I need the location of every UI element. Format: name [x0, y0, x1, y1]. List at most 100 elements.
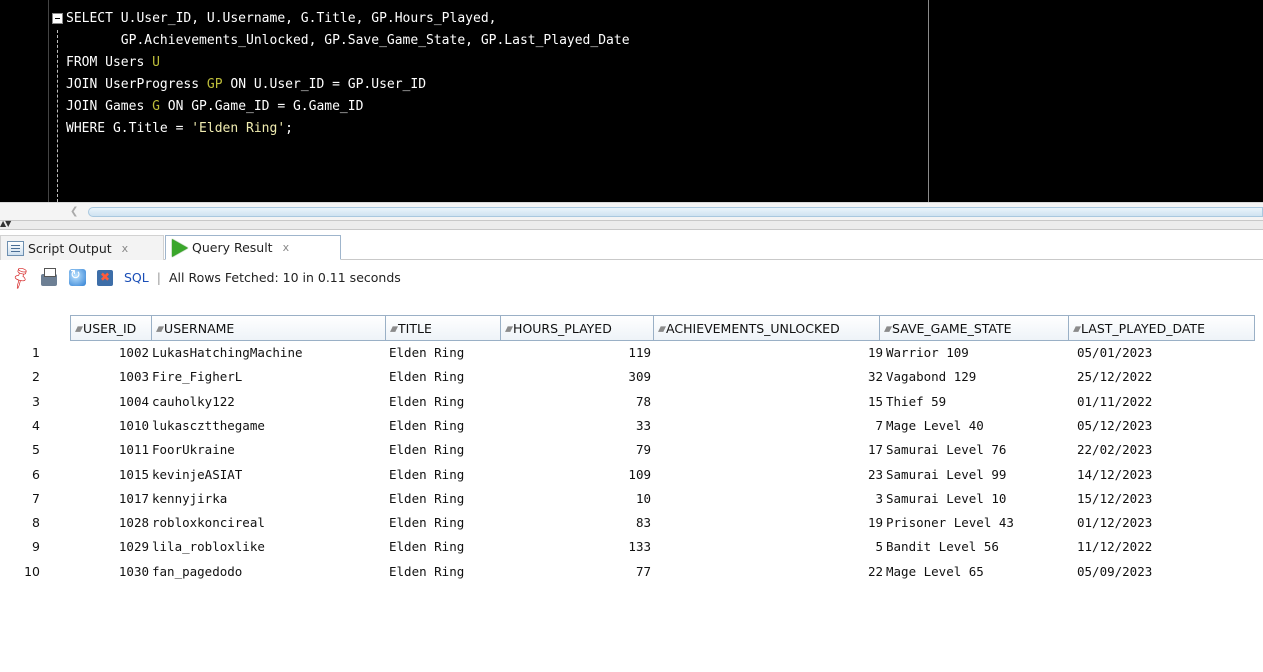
cell-username[interactable]: Fire_FigherL	[152, 365, 384, 389]
cell-last-played-date[interactable]: 01/11/2022	[1077, 390, 1257, 414]
cell-user-id[interactable]: 1004	[70, 390, 149, 414]
column-header-title[interactable]: ▴▾ TITLE	[386, 315, 501, 341]
cell-title[interactable]: Elden Ring	[389, 414, 499, 438]
cell-hours-played[interactable]: 109	[501, 463, 651, 487]
cell-save-game-state[interactable]: Bandit Level 56	[886, 535, 1070, 559]
refresh-icon[interactable]	[68, 269, 86, 287]
cell-hours-played[interactable]: 10	[501, 487, 651, 511]
cell-title[interactable]: Elden Ring	[389, 487, 499, 511]
cell-achievements-unlocked[interactable]: 19	[654, 341, 883, 365]
cell-achievements-unlocked[interactable]: 3	[654, 487, 883, 511]
close-icon[interactable]: x	[122, 242, 129, 255]
table-row[interactable]: 10 1030 fan_pagedodo Elden Ring 77 22 Mage Lev…	[0, 560, 1263, 584]
sql-code-line[interactable]: WHERE G.Title = 'Elden Ring';	[66, 118, 293, 140]
cell-last-played-date[interactable]: 25/12/2022	[1077, 365, 1257, 389]
cell-hours-played[interactable]: 133	[501, 535, 651, 559]
column-header-user-id[interactable]: ▴▾ USER_ID	[70, 315, 152, 341]
cell-save-game-state[interactable]: Samurai Level 76	[886, 438, 1070, 462]
cell-hours-played[interactable]: 119	[501, 341, 651, 365]
tab-query-result[interactable]: Query Result x	[165, 235, 341, 260]
table-row[interactable]: 4 1010 lukascztthegame Elden Ring 33 7 Mage Le…	[0, 414, 1263, 438]
cell-user-id[interactable]: 1015	[70, 463, 149, 487]
table-row[interactable]: 1 1002 LukasHatchingMachine Elden Ring 119 19…	[0, 341, 1263, 365]
sort-icon[interactable]: ▴▾	[884, 322, 892, 335]
editor-results-splitter[interactable]: ▲▼	[0, 219, 1263, 230]
column-header-achievements-unlocked[interactable]: ▴▾ ACHIEVEMENTS_UNLOCKED	[654, 315, 880, 341]
sql-code-line[interactable]: JOIN Games G ON GP.Game_ID = G.Game_ID	[66, 96, 363, 118]
sort-icon[interactable]: ▴▾	[1073, 322, 1081, 335]
cell-title[interactable]: Elden Ring	[389, 511, 499, 535]
editor-scrollbar-thumb[interactable]	[88, 207, 1263, 217]
column-header-username[interactable]: ▴▾ USERNAME	[152, 315, 386, 341]
cell-hours-played[interactable]: 309	[501, 365, 651, 389]
print-icon[interactable]	[40, 267, 58, 287]
cell-achievements-unlocked[interactable]: 15	[654, 390, 883, 414]
cell-hours-played[interactable]: 77	[501, 560, 651, 584]
cell-achievements-unlocked[interactable]: 32	[654, 365, 883, 389]
editor-horizontal-scrollbar[interactable]: ❮	[0, 202, 1263, 220]
cell-user-id[interactable]: 1010	[70, 414, 149, 438]
cell-last-played-date[interactable]: 15/12/2023	[1077, 487, 1257, 511]
sort-icon[interactable]: ▴▾	[658, 322, 666, 335]
cell-user-id[interactable]: 1030	[70, 560, 149, 584]
cell-save-game-state[interactable]: Samurai Level 10	[886, 487, 1070, 511]
cell-username[interactable]: kennyjirka	[152, 487, 384, 511]
cell-last-played-date[interactable]: 22/02/2023	[1077, 438, 1257, 462]
cell-title[interactable]: Elden Ring	[389, 463, 499, 487]
table-row[interactable]: 8 1028 robloxkoncireal Elden Ring 83 19 Prison…	[0, 511, 1263, 535]
table-row[interactable]: 5 1011 FoorUkraine Elden Ring 79 17 Samurai Le…	[0, 438, 1263, 462]
cell-username[interactable]: FoorUkraine	[152, 438, 384, 462]
cell-save-game-state[interactable]: Vagabond 129	[886, 365, 1070, 389]
sql-code-line[interactable]: FROM Users U	[66, 52, 160, 74]
sort-icon[interactable]: ▴▾	[75, 322, 83, 335]
sql-code-line[interactable]: JOIN UserProgress GP ON U.User_ID = GP.U…	[66, 74, 426, 96]
cell-last-played-date[interactable]: 14/12/2023	[1077, 463, 1257, 487]
cell-save-game-state[interactable]: Mage Level 40	[886, 414, 1070, 438]
cell-save-game-state[interactable]: Mage Level 65	[886, 560, 1070, 584]
cell-title[interactable]: Elden Ring	[389, 535, 499, 559]
table-row[interactable]: 6 1015 kevinjeASIAT Elden Ring 109 23 Samurai …	[0, 463, 1263, 487]
sql-editor[interactable]: SELECT U.User_ID, U.Username, G.Title, G…	[0, 0, 1263, 202]
cell-last-played-date[interactable]: 11/12/2022	[1077, 535, 1257, 559]
export-icon[interactable]	[96, 269, 114, 287]
cell-title[interactable]: Elden Ring	[389, 365, 499, 389]
pin-icon[interactable]: 📌︎	[7, 263, 36, 291]
cell-achievements-unlocked[interactable]: 5	[654, 535, 883, 559]
code-fold-collapse-icon[interactable]	[52, 13, 63, 24]
cell-title[interactable]: Elden Ring	[389, 438, 499, 462]
cell-user-id[interactable]: 1002	[70, 341, 149, 365]
sort-icon[interactable]: ▴▾	[390, 322, 398, 335]
cell-username[interactable]: fan_pagedodo	[152, 560, 384, 584]
sql-button[interactable]: SQL	[124, 270, 149, 285]
table-row[interactable]: 2 1003 Fire_FigherL Elden Ring 309 32 Vagabond…	[0, 365, 1263, 389]
cell-username[interactable]: lukascztthegame	[152, 414, 384, 438]
cell-user-id[interactable]: 1003	[70, 365, 149, 389]
close-icon[interactable]: x	[283, 241, 290, 254]
cell-achievements-unlocked[interactable]: 19	[654, 511, 883, 535]
cell-user-id[interactable]: 1028	[70, 511, 149, 535]
cell-username[interactable]: cauholky122	[152, 390, 384, 414]
cell-save-game-state[interactable]: Thief 59	[886, 390, 1070, 414]
cell-last-played-date[interactable]: 05/12/2023	[1077, 414, 1257, 438]
cell-save-game-state[interactable]: Prisoner Level 43	[886, 511, 1070, 535]
cell-title[interactable]: Elden Ring	[389, 560, 499, 584]
cell-last-played-date[interactable]: 05/09/2023	[1077, 560, 1257, 584]
cell-hours-played[interactable]: 83	[501, 511, 651, 535]
cell-hours-played[interactable]: 79	[501, 438, 651, 462]
sort-icon[interactable]: ▴▾	[505, 322, 513, 335]
cell-save-game-state[interactable]: Warrior 109	[886, 341, 1070, 365]
cell-last-played-date[interactable]: 01/12/2023	[1077, 511, 1257, 535]
table-row[interactable]: 3 1004 cauholky122 Elden Ring 78 15 Thief 59 01…	[0, 390, 1263, 414]
column-header-save-game-state[interactable]: ▴▾ SAVE_GAME_STATE	[880, 315, 1069, 341]
splitter-arrows-icon[interactable]: ▲▼	[0, 219, 11, 229]
cell-user-id[interactable]: 1029	[70, 535, 149, 559]
cell-user-id[interactable]: 1011	[70, 438, 149, 462]
sort-icon[interactable]: ▴▾	[156, 322, 164, 335]
cell-achievements-unlocked[interactable]: 7	[654, 414, 883, 438]
sql-code-line[interactable]: GP.Achievements_Unlocked, GP.Save_Game_S…	[66, 30, 630, 52]
cell-last-played-date[interactable]: 05/01/2023	[1077, 341, 1257, 365]
cell-achievements-unlocked[interactable]: 22	[654, 560, 883, 584]
cell-hours-played[interactable]: 33	[501, 414, 651, 438]
cell-title[interactable]: Elden Ring	[389, 341, 499, 365]
cell-username[interactable]: kevinjeASIAT	[152, 463, 384, 487]
